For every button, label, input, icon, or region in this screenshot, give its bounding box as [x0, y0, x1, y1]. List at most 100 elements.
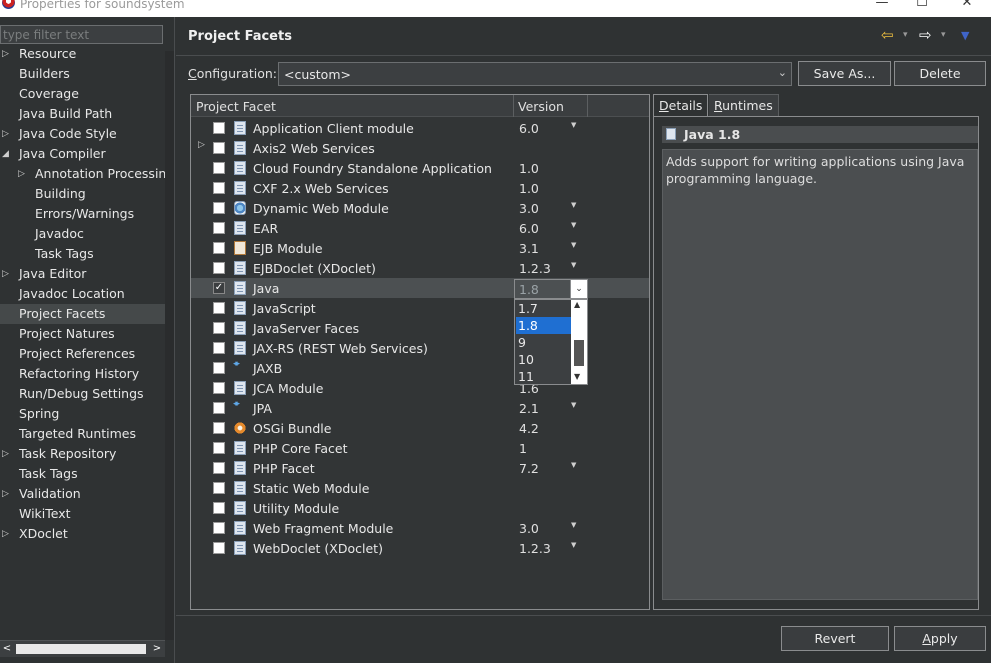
- expand-arrow-icon[interactable]: ▷: [2, 44, 9, 64]
- sidebar-item[interactable]: Project Natures: [0, 324, 165, 344]
- facet-checkbox[interactable]: [213, 542, 225, 554]
- facet-checkbox[interactable]: [213, 462, 225, 474]
- facet-checkbox[interactable]: [213, 202, 225, 214]
- sidebar-item[interactable]: Javadoc: [0, 224, 165, 244]
- tab-details[interactable]: Details: [653, 94, 709, 117]
- filter-input[interactable]: [0, 25, 163, 44]
- facet-checkbox[interactable]: [213, 382, 225, 394]
- sidebar-item[interactable]: Building: [0, 184, 165, 204]
- facet-row[interactable]: EAR 6.0 ▼: [191, 218, 649, 238]
- sidebar-item[interactable]: Refactoring History: [0, 364, 165, 384]
- sidebar-item[interactable]: Project References: [0, 344, 165, 364]
- facet-checkbox[interactable]: [213, 162, 225, 174]
- expand-arrow-icon[interactable]: ▷: [2, 264, 9, 284]
- facet-checkbox[interactable]: [213, 342, 225, 354]
- facet-checkbox[interactable]: [213, 302, 225, 314]
- version-option[interactable]: 1.8: [516, 317, 571, 334]
- facet-row[interactable]: Application Client module 6.0 ▼: [191, 118, 649, 138]
- facet-checkbox[interactable]: [213, 422, 225, 434]
- close-button[interactable]: ✕: [955, 0, 979, 11]
- sidebar-item[interactable]: Project Facets: [0, 304, 165, 324]
- sidebar-item[interactable]: WikiText: [0, 504, 165, 524]
- expand-arrow-icon[interactable]: ▷: [2, 444, 9, 464]
- save-as-button[interactable]: Save As...: [798, 61, 891, 86]
- maximize-button[interactable]: ☐: [910, 0, 934, 11]
- facet-checkbox[interactable]: [213, 522, 225, 534]
- minimize-button[interactable]: —: [870, 0, 894, 11]
- sidebar-item[interactable]: Java Build Path: [0, 104, 165, 124]
- chevron-down-icon[interactable]: ⌄: [570, 280, 587, 298]
- facet-row[interactable]: WebDoclet (XDoclet) 1.2.3 ▼: [191, 538, 649, 558]
- sidebar-item[interactable]: Task Tags: [0, 244, 165, 264]
- column-header-version[interactable]: Version: [518, 99, 564, 114]
- facet-row[interactable]: Web Fragment Module 3.0 ▼: [191, 518, 649, 538]
- scroll-right-icon[interactable]: >: [150, 641, 164, 657]
- version-option[interactable]: 1.7: [516, 300, 571, 317]
- facet-checkbox[interactable]: [213, 242, 225, 254]
- configuration-select[interactable]: <custom> ⌄: [278, 62, 792, 86]
- version-dropdown-icon[interactable]: ▼: [571, 201, 576, 209]
- facet-checkbox[interactable]: [213, 182, 225, 194]
- scroll-thumb[interactable]: [16, 644, 146, 654]
- facet-row[interactable]: CXF 2.x Web Services 1.0: [191, 178, 649, 198]
- facet-row[interactable]: PHP Facet 7.2 ▼: [191, 458, 649, 478]
- column-divider[interactable]: [513, 95, 514, 117]
- facet-row[interactable]: PHP Core Facet 1: [191, 438, 649, 458]
- facet-checkbox[interactable]: [213, 142, 225, 154]
- facet-checkbox[interactable]: [213, 262, 225, 274]
- facet-row[interactable]: Cloud Foundry Standalone Application 1.0: [191, 158, 649, 178]
- back-arrow-icon[interactable]: ⇦: [881, 26, 894, 44]
- facet-row[interactable]: JPA 2.1 ▼: [191, 398, 649, 418]
- facet-row[interactable]: ▷ Axis2 Web Services: [191, 138, 649, 158]
- expand-arrow-icon[interactable]: ▷: [2, 124, 9, 144]
- apply-button[interactable]: Apply: [894, 626, 986, 651]
- facet-checkbox[interactable]: [213, 502, 225, 514]
- java-version-combo[interactable]: 1.8 ⌄: [514, 279, 588, 299]
- version-dropdown-icon[interactable]: ▼: [571, 401, 576, 409]
- sidebar-item[interactable]: ▷ Annotation Processing: [0, 164, 174, 184]
- tab-runtimes[interactable]: Runtimes: [709, 94, 779, 116]
- sidebar-item[interactable]: ▷ Validation: [0, 484, 165, 504]
- scroll-thumb[interactable]: [574, 340, 584, 366]
- scroll-up-icon[interactable]: ▲: [574, 300, 580, 309]
- version-option[interactable]: 9: [516, 334, 571, 351]
- sidebar-item[interactable]: ◢ Java Compiler: [0, 144, 165, 164]
- sidebar-item[interactable]: ▷ Task Repository: [0, 444, 165, 464]
- version-list-scrollbar[interactable]: ▲ ▼: [571, 300, 587, 384]
- chevron-down-icon[interactable]: ⌄: [778, 66, 787, 79]
- version-dropdown-icon[interactable]: ▼: [571, 461, 576, 469]
- facet-row[interactable]: EJB Module 3.1 ▼: [191, 238, 649, 258]
- forward-history-dropdown-icon[interactable]: ▾: [941, 30, 946, 40]
- sidebar-item[interactable]: Javadoc Location: [0, 284, 165, 304]
- sidebar-item[interactable]: ▷ Resource: [0, 44, 165, 64]
- facet-checkbox[interactable]: [213, 402, 225, 414]
- facet-checkbox[interactable]: ✓: [213, 282, 225, 294]
- facet-row[interactable]: Dynamic Web Module 3.0 ▼: [191, 198, 649, 218]
- facet-checkbox[interactable]: [213, 222, 225, 234]
- sidebar-horizontal-scrollbar[interactable]: < >: [0, 640, 165, 657]
- version-option[interactable]: 11: [516, 368, 571, 385]
- expand-arrow-icon[interactable]: ▷: [198, 140, 205, 150]
- facet-checkbox[interactable]: [213, 322, 225, 334]
- expand-arrow-icon[interactable]: ▷: [2, 484, 9, 504]
- expand-arrow-icon[interactable]: ▷: [18, 164, 25, 184]
- sidebar-item[interactable]: Run/Debug Settings: [0, 384, 165, 404]
- expand-arrow-icon[interactable]: ▷: [2, 524, 9, 544]
- sidebar-item[interactable]: Errors/Warnings: [0, 204, 165, 224]
- version-dropdown-icon[interactable]: ▼: [571, 241, 576, 249]
- version-option[interactable]: 10: [516, 351, 571, 368]
- sidebar-item[interactable]: ▷ Java Code Style: [0, 124, 165, 144]
- expand-arrow-icon[interactable]: ◢: [2, 144, 9, 164]
- version-dropdown-icon[interactable]: ▼: [571, 121, 576, 129]
- column-header-facet[interactable]: Project Facet: [196, 99, 276, 114]
- view-menu-icon[interactable]: ▼: [961, 29, 969, 42]
- sidebar-item[interactable]: Coverage: [0, 84, 165, 104]
- facet-row[interactable]: Utility Module: [191, 498, 649, 518]
- revert-button[interactable]: Revert: [781, 626, 889, 651]
- column-divider[interactable]: [587, 95, 588, 117]
- sidebar-item[interactable]: Spring: [0, 404, 165, 424]
- facet-row[interactable]: OSGi Bundle 4.2: [191, 418, 649, 438]
- forward-arrow-icon[interactable]: ⇨: [919, 26, 932, 44]
- facet-checkbox[interactable]: [213, 442, 225, 454]
- sidebar-item[interactable]: Builders: [0, 64, 165, 84]
